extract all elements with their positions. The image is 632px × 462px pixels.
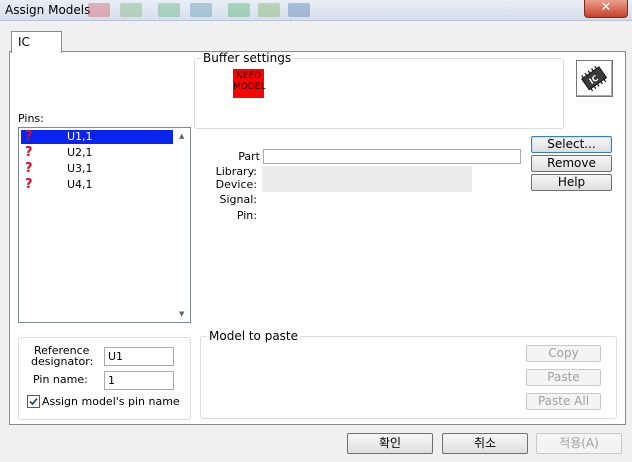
part-field[interactable] (263, 149, 521, 164)
reference-designator-input[interactable]: U1 (104, 347, 174, 366)
list-item[interactable]: ? U2,1 (21, 146, 173, 160)
assign-pin-name-checkbox[interactable] (27, 395, 40, 408)
pin-name: U2,1 (67, 146, 93, 159)
close-icon: ✕ (600, 0, 612, 15)
question-icon: ? (25, 145, 33, 160)
tab-ic[interactable]: IC (11, 31, 62, 53)
list-item[interactable]: ? U1,1 (21, 130, 173, 144)
need-model-line2: MODEL (233, 82, 266, 92)
reference-label-line2: designator: (31, 355, 94, 368)
pin-label: Pin: (236, 209, 257, 222)
signal-label: Signal: (219, 193, 258, 206)
cancel-button[interactable]: 취소 (442, 433, 528, 454)
pin-name: U3,1 (67, 162, 93, 175)
pin-name: U1,1 (67, 130, 93, 143)
paste-button[interactable]: Paste (526, 369, 601, 386)
scroll-down-icon[interactable]: ▼ (179, 310, 184, 318)
titlebar-decoration (190, 3, 212, 17)
question-icon: ? (25, 129, 33, 144)
titlebar-decoration (88, 3, 110, 17)
need-model-line1: NEED (235, 71, 262, 81)
buffer-settings-legend: Buffer settings (203, 51, 292, 65)
assign-pin-name-label[interactable]: Assign model's pin name (42, 395, 186, 408)
tab-ic-label: IC (18, 35, 30, 49)
question-icon: ? (25, 161, 33, 176)
copy-button[interactable]: Copy (526, 345, 601, 362)
pins-label: Pins: (18, 112, 44, 125)
pin-name-label: Pin name: (33, 373, 88, 386)
library-label: Library: (215, 165, 257, 178)
window-title: Assign Models (5, 3, 91, 17)
remove-button[interactable]: Remove (531, 155, 612, 172)
chip-icon: IC (581, 65, 608, 92)
check-icon (29, 397, 38, 406)
need-model-badge: NEED MODEL (233, 69, 266, 98)
pin-name-input[interactable]: 1 (104, 371, 174, 390)
titlebar-decoration (120, 3, 142, 17)
paste-all-button[interactable]: Paste All (526, 393, 601, 410)
title-bar: Assign Models ✕ (0, 0, 632, 21)
pins-scrollbar[interactable]: ▲ ▼ (176, 128, 190, 322)
list-item[interactable]: ? U4,1 (21, 178, 173, 192)
list-item[interactable]: ? U3,1 (21, 162, 173, 176)
titlebar-decoration (158, 3, 180, 17)
pins-listbox[interactable]: ? U1,1 ? U2,1 ? U3,1 ? U4,1 ▲ ▼ (18, 127, 191, 323)
part-label: Part (238, 150, 260, 163)
question-icon: ? (25, 177, 33, 192)
titlebar-decoration (228, 3, 250, 17)
model-to-paste-legend: Model to paste (209, 329, 299, 343)
close-button[interactable]: ✕ (584, 0, 628, 18)
library-device-readout (262, 166, 472, 192)
ok-button[interactable]: 확인 (347, 433, 433, 454)
select-button[interactable]: Select... (531, 136, 612, 153)
pin-name: U4,1 (67, 178, 93, 191)
scroll-up-icon[interactable]: ▲ (179, 132, 184, 140)
device-label: Device: (215, 178, 257, 191)
titlebar-decoration (258, 3, 280, 17)
titlebar-decoration (288, 3, 310, 17)
apply-button[interactable]: 적용(A) (536, 433, 622, 454)
ic-chip-icon: IC (576, 60, 613, 97)
help-button[interactable]: Help (531, 174, 612, 191)
